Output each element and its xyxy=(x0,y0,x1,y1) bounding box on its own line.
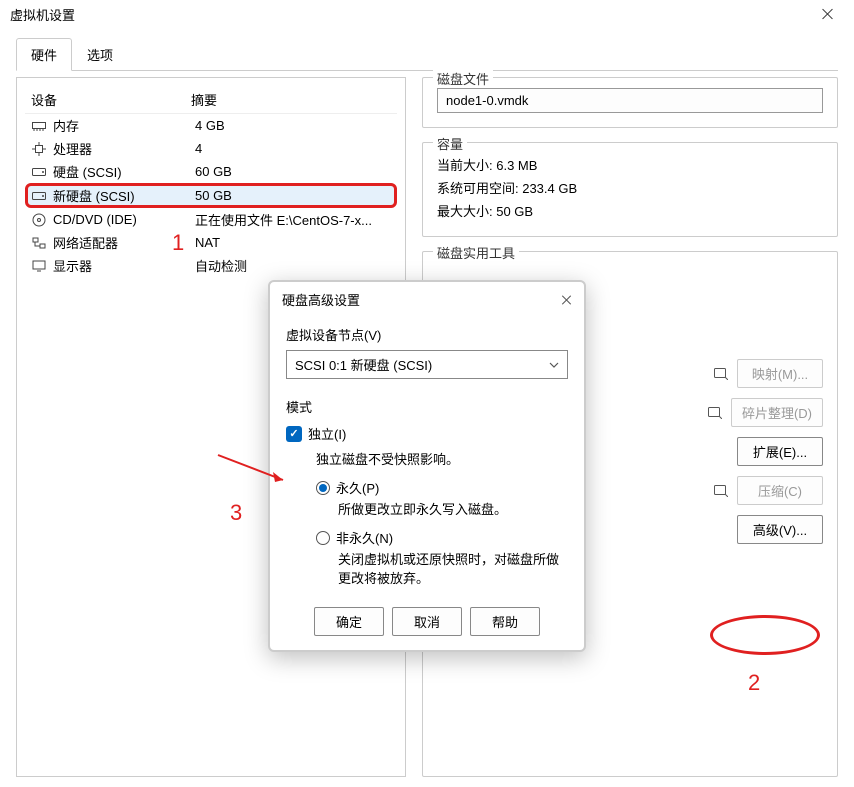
device-list-header: 设备 摘要 xyxy=(25,86,397,114)
device-label: 硬盘 (SCSI) xyxy=(53,162,195,181)
header-device: 设备 xyxy=(31,90,191,109)
group-title: 磁盘文件 xyxy=(433,69,493,88)
header-summary: 摘要 xyxy=(191,90,391,109)
device-row-memory[interactable]: 内存 4 GB xyxy=(25,114,397,137)
cpu-icon xyxy=(31,142,47,156)
device-row-cd[interactable]: CD/DVD (IDE) 正在使用文件 E:\CentOS-7-x... xyxy=(25,208,397,231)
expand-button[interactable]: 扩展(E)... xyxy=(737,437,823,466)
device-row-display[interactable]: 显示器 自动检测 xyxy=(25,254,397,277)
chevron-down-icon xyxy=(549,362,559,368)
network-icon xyxy=(31,236,47,250)
capacity-group: 容量 当前大小: 6.3 MB 系统可用空间: 233.4 GB 最大大小: 5… xyxy=(422,142,838,237)
device-row-network[interactable]: 网络适配器 NAT xyxy=(25,231,397,254)
virtual-node-combo[interactable]: SCSI 0:1 新硬盘 (SCSI) xyxy=(286,350,568,379)
device-summary: 50 GB xyxy=(195,188,391,203)
combo-value: SCSI 0:1 新硬盘 (SCSI) xyxy=(295,355,432,374)
device-label: 显示器 xyxy=(53,256,195,275)
help-button[interactable]: 帮助 xyxy=(470,607,540,636)
device-summary: 4 xyxy=(195,141,391,156)
display-icon xyxy=(31,259,47,273)
disk-file-group: 磁盘文件 node1-0.vmdk xyxy=(422,77,838,128)
device-summary: 自动检测 xyxy=(195,256,391,275)
device-label: 新硬盘 (SCSI) xyxy=(53,186,195,205)
advanced-button[interactable]: 高级(V)... xyxy=(737,515,823,544)
cancel-button[interactable]: 取消 xyxy=(392,607,462,636)
virtual-node-label: 虚拟设备节点(V) xyxy=(286,325,568,344)
info-icon xyxy=(713,366,729,382)
device-row-cpu[interactable]: 处理器 4 xyxy=(25,137,397,160)
ok-button[interactable]: 确定 xyxy=(314,607,384,636)
titlebar: 虚拟机设置 xyxy=(0,0,854,28)
radio-icon xyxy=(316,531,330,545)
defrag-button: 碎片整理(D) xyxy=(731,398,823,427)
checkbox-icon: ✓ xyxy=(286,426,302,442)
sub-dialog-title: 硬盘高级设置 xyxy=(282,290,562,309)
tab-strip: 硬件 选项 xyxy=(16,38,838,71)
disk-icon xyxy=(31,189,47,203)
device-summary: NAT xyxy=(195,235,391,250)
permanent-label: 永久(P) xyxy=(336,478,379,497)
mode-group: 模式 ✓ 独立(I) 独立磁盘不受快照影响。 永久(P) 所做更改立即永久写入磁… xyxy=(286,397,568,587)
sub-titlebar: 硬盘高级设置 xyxy=(270,282,584,317)
checkmark-icon: ✓ xyxy=(289,427,298,440)
device-label: CD/DVD (IDE) xyxy=(53,212,195,227)
disk-file-input[interactable]: node1-0.vmdk xyxy=(437,88,823,113)
mode-group-label: 模式 xyxy=(286,397,568,416)
capacity-max: 最大大小: 50 GB xyxy=(437,199,823,222)
map-button: 映射(M)... xyxy=(737,359,823,388)
capacity-current: 当前大小: 6.3 MB xyxy=(437,153,823,176)
permanent-desc: 所做更改立即永久写入磁盘。 xyxy=(338,499,568,518)
group-title: 容量 xyxy=(433,134,467,153)
device-summary: 60 GB xyxy=(195,164,391,179)
permanent-radio-row[interactable]: 永久(P) xyxy=(316,478,568,497)
cd-icon xyxy=(31,213,47,227)
window-title: 虚拟机设置 xyxy=(10,5,822,24)
disk-icon xyxy=(31,165,47,179)
independent-label: 独立(I) xyxy=(308,424,346,443)
device-summary: 4 GB xyxy=(195,118,391,133)
device-summary: 正在使用文件 E:\CentOS-7-x... xyxy=(195,210,391,229)
device-row-new-disk[interactable]: 新硬盘 (SCSI) 50 GB xyxy=(25,183,397,208)
nonpermanent-label: 非永久(N) xyxy=(336,528,393,547)
independent-desc: 独立磁盘不受快照影响。 xyxy=(316,449,568,468)
independent-checkbox-row[interactable]: ✓ 独立(I) xyxy=(286,424,568,443)
info-icon xyxy=(707,405,723,421)
close-icon[interactable] xyxy=(822,8,834,20)
memory-icon xyxy=(31,119,47,133)
sub-dialog-buttons: 确定 取消 帮助 xyxy=(270,601,584,638)
tab-options[interactable]: 选项 xyxy=(72,38,128,70)
advanced-dialog: 硬盘高级设置 虚拟设备节点(V) SCSI 0:1 新硬盘 (SCSI) 模式 … xyxy=(268,280,586,652)
compact-button: 压缩(C) xyxy=(737,476,823,505)
device-label: 网络适配器 xyxy=(53,233,195,252)
tab-hardware[interactable]: 硬件 xyxy=(16,38,72,71)
radio-icon xyxy=(316,481,330,495)
device-row-disk[interactable]: 硬盘 (SCSI) 60 GB xyxy=(25,160,397,183)
nonpermanent-desc: 关闭虚拟机或还原快照时，对磁盘所做更改将被放弃。 xyxy=(338,549,568,587)
sub-body: 虚拟设备节点(V) SCSI 0:1 新硬盘 (SCSI) 模式 ✓ 独立(I)… xyxy=(270,317,584,601)
info-icon xyxy=(713,483,729,499)
device-label: 内存 xyxy=(53,116,195,135)
group-title: 磁盘实用工具 xyxy=(433,243,519,262)
capacity-free: 系统可用空间: 233.4 GB xyxy=(437,176,823,199)
close-icon[interactable] xyxy=(562,295,572,305)
nonpermanent-radio-row[interactable]: 非永久(N) xyxy=(316,528,568,547)
annotation-circle-2 xyxy=(710,615,820,655)
device-label: 处理器 xyxy=(53,139,195,158)
